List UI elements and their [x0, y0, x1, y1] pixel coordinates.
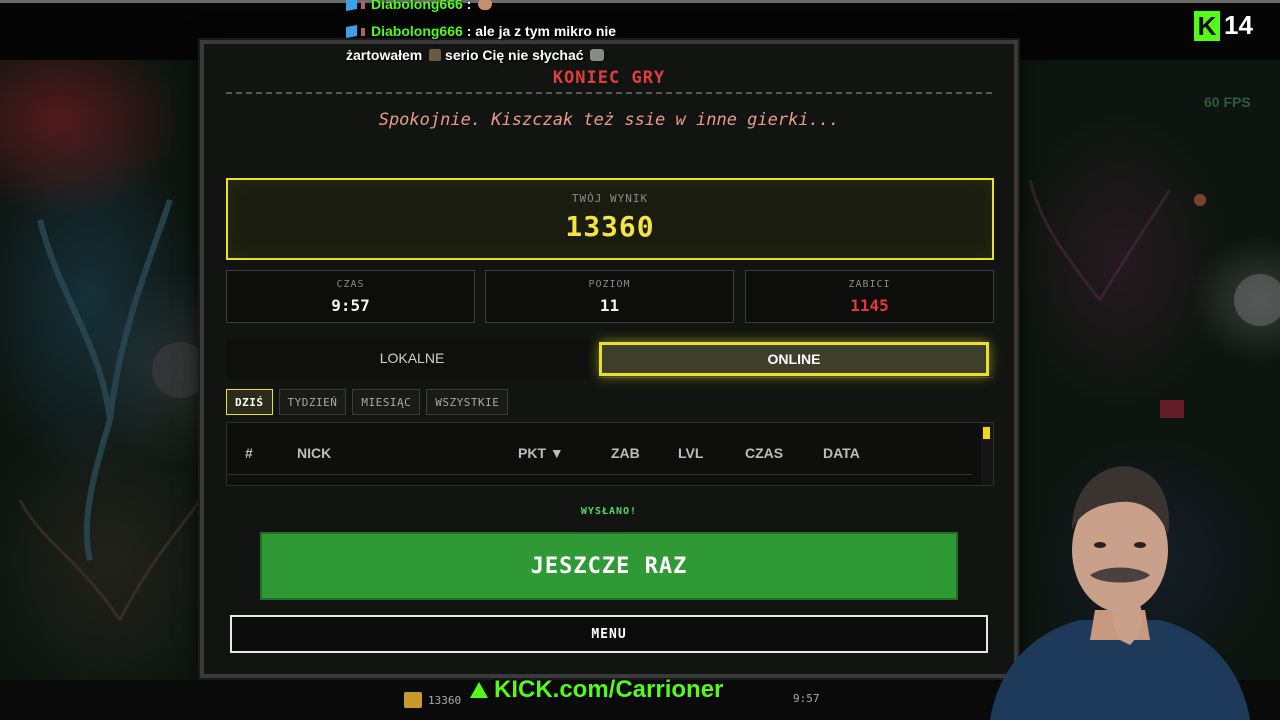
stat-label: CZAS — [336, 279, 365, 290]
cube-badge-icon — [346, 25, 357, 38]
cube-badge-icon — [346, 0, 357, 11]
page-title: KONIEC GRY — [552, 68, 666, 88]
divider — [226, 92, 992, 94]
fps-counter: 60 FPS — [1204, 94, 1251, 110]
play-again-button[interactable]: JESZCZE RAZ — [260, 532, 958, 600]
emote-icon — [478, 0, 493, 10]
column-nick[interactable]: NICK — [297, 445, 331, 461]
chat-message: Diabolong666 : — [346, 0, 493, 12]
filter-week[interactable]: TYDZIEŃ — [278, 389, 347, 415]
score-label: TWÓJ WYNIK — [571, 192, 649, 205]
score-card: TWÓJ WYNIK 13360 — [226, 178, 994, 260]
stat-value: 11 — [599, 296, 620, 315]
coins-icon — [404, 692, 422, 708]
chat-text: : — [466, 0, 472, 12]
kick-logo-icon: K — [1194, 10, 1220, 41]
kick-banner: KICK.com/Carrioner — [470, 676, 723, 704]
emote-icon — [429, 49, 442, 61]
stat-time: CZAS 9:57 — [226, 270, 475, 323]
column-time[interactable]: CZAS — [745, 445, 783, 461]
sub-badge-icon — [361, 28, 365, 36]
viewer-counter: K 14 — [1194, 10, 1253, 41]
webcam-overlay — [960, 440, 1260, 720]
column-kills[interactable]: ZAB — [611, 445, 640, 461]
leaderboard-table: # NICK PKT ▼ ZAB LVL CZAS DATA — [226, 422, 994, 486]
stat-label: POZIOM — [588, 279, 631, 290]
emote-icon — [590, 49, 605, 61]
streamer-avatar — [990, 466, 1250, 720]
hud-score: 13360 — [404, 692, 461, 708]
stat-value: 9:57 — [331, 296, 370, 315]
hud-time: 9:57 — [793, 692, 820, 705]
sub-badge-icon — [361, 1, 365, 9]
scroll-thumb[interactable] — [983, 427, 990, 439]
filter-month[interactable]: MIESIĄC — [352, 389, 421, 415]
stat-level: POZIOM 11 — [485, 270, 734, 323]
subtitle: Spokojnie. Kiszczak też ssie w inne gier… — [378, 110, 840, 130]
status-message: WYSŁANO! — [580, 506, 638, 517]
period-filters: DZIŚ TYDZIEŃ MIESIĄC WSZYSTKIE — [226, 389, 509, 415]
chat-username: Diabolong666 — [371, 0, 463, 12]
kick-banner-text: KICK.com/Carrioner — [494, 676, 724, 703]
stat-label: ZABICI — [848, 279, 891, 290]
column-level[interactable]: LVL — [678, 445, 703, 461]
column-rank[interactable]: # — [245, 445, 253, 461]
chat-message: Diabolong666 : ale ja z tym mikro nie — [346, 23, 616, 39]
stat-value: 1145 — [850, 296, 889, 315]
filter-today[interactable]: DZIŚ — [226, 389, 273, 415]
chat-text: żartowałem — [346, 47, 423, 63]
tab-online[interactable]: ONLINE — [599, 342, 989, 376]
chat-text: serio Cię nie słychać — [445, 47, 584, 63]
hud-score-value: 13360 — [428, 693, 462, 707]
menu-button[interactable]: MENU — [230, 615, 988, 653]
chat-text: : ale ja z tym mikro nie — [466, 23, 617, 39]
game-over-panel: KONIEC GRY Spokojnie. Kiszczak też ssie … — [200, 40, 1018, 678]
score-value: 13360 — [565, 210, 655, 243]
stat-kills: ZABICI 1145 — [745, 270, 994, 323]
viewer-count: 14 — [1224, 10, 1253, 40]
arrow-up-icon — [470, 682, 488, 698]
table-header: # NICK PKT ▼ ZAB LVL CZAS DATA — [227, 423, 972, 475]
filter-all[interactable]: WSZYSTKIE — [426, 389, 509, 415]
leaderboard-tabs: LOKALNE ONLINE — [226, 338, 994, 378]
top-line — [0, 0, 1280, 3]
column-date[interactable]: DATA — [823, 445, 860, 461]
chat-username: Diabolong666 — [371, 23, 463, 39]
chat-message-continuation: żartowałem serio Cię nie słychać — [346, 47, 605, 63]
column-points[interactable]: PKT ▼ — [518, 445, 564, 461]
tab-local[interactable]: LOKALNE — [226, 338, 598, 378]
